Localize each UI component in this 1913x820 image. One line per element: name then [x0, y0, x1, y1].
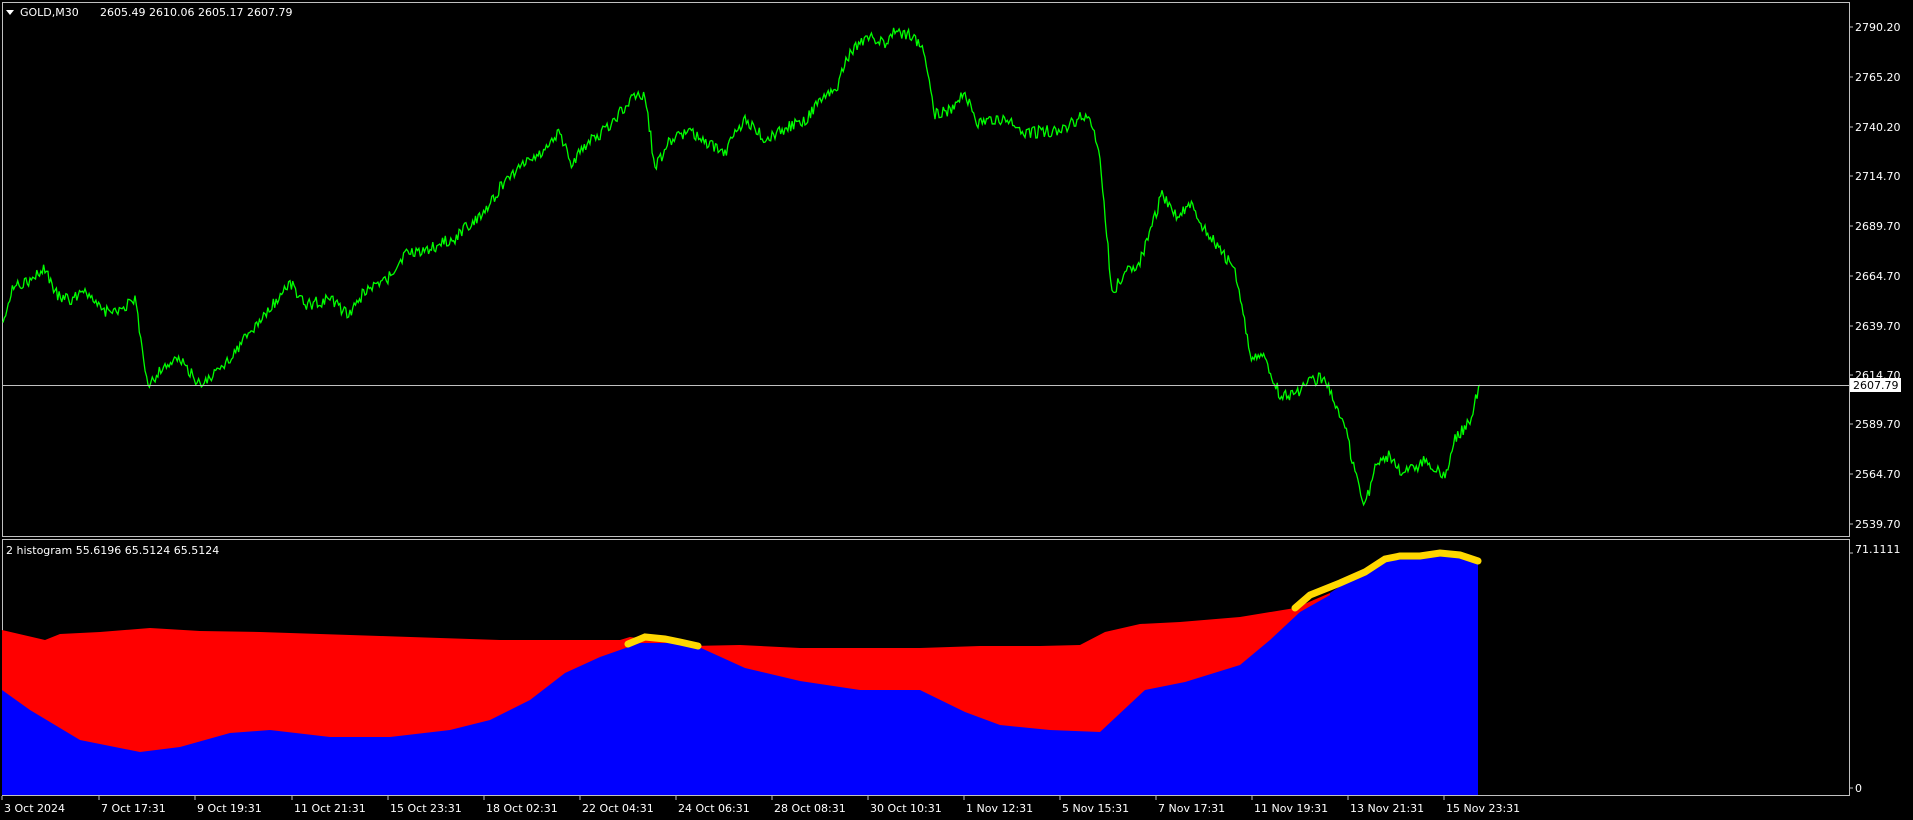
chart-canvas: GOLD,M30 2605.49 2610.06 2605.17 2607.79…: [1, 2, 1901, 815]
time-axis-label: 9 Oct 19:31: [197, 802, 262, 815]
time-axis-label: 7 Nov 17:31: [1158, 802, 1225, 815]
time-axis-label: 11 Nov 19:31: [1254, 802, 1328, 815]
time-axis-label: 3 Oct 2024: [4, 802, 65, 815]
price-axis-label: 2589.70: [1855, 418, 1901, 431]
price-axis-label: 2639.70: [1855, 320, 1901, 333]
time-axis-label: 22 Oct 04:31: [582, 802, 654, 815]
window-menu-triangle-icon[interactable]: [6, 10, 14, 15]
time-axis-label: 7 Oct 17:31: [101, 802, 166, 815]
time-axis-label: 15 Oct 23:31: [390, 802, 462, 815]
price-axis-label: 2564.70: [1855, 468, 1901, 481]
ohlc-values: 2605.49 2610.06 2605.17 2607.79: [100, 6, 292, 19]
time-axis-label: 18 Oct 02:31: [486, 802, 558, 815]
time-axis-label: 13 Nov 21:31: [1350, 802, 1424, 815]
price-axis-label: 2689.70: [1855, 220, 1901, 233]
price-axis-label: 2765.20: [1855, 71, 1901, 84]
price-axis-label: 2614.70: [1855, 369, 1901, 382]
time-axis-label: 15 Nov 23:31: [1446, 802, 1520, 815]
time-axis-label: 30 Oct 10:31: [870, 802, 942, 815]
indicator-axis-bottom: 0: [1855, 782, 1862, 795]
indicator-axis-top: 71.1111: [1855, 543, 1901, 556]
time-axis: 3 Oct 2024 7 Oct 17:31 9 Oct 19:31 11 Oct 2…: [1, 796, 1520, 815]
price-series-line: [2, 27, 1481, 507]
symbol-timeframe: GOLD,M30: [20, 6, 79, 19]
time-axis-label: 28 Oct 08:31: [774, 802, 846, 815]
price-axis-label: 2664.70: [1855, 270, 1901, 283]
price-axis-label: 2539.70: [1855, 518, 1901, 531]
time-axis-label: 5 Nov 15:31: [1062, 802, 1129, 815]
indicator-title: 2 histogram 55.6196 65.5124 65.5124: [6, 544, 219, 557]
time-axis-label: 1 Nov 12:31: [966, 802, 1033, 815]
time-axis-label: 11 Oct 21:31: [294, 802, 366, 815]
time-axis-label: 24 Oct 06:31: [678, 802, 750, 815]
price-axis-label: 2714.70: [1855, 170, 1901, 183]
main-chart-frame: [2, 2, 1850, 537]
price-axis-label: 2740.20: [1855, 121, 1901, 134]
price-axis-label: 2790.20: [1855, 21, 1901, 34]
price-axis: 2790.20 2765.20 2740.20 2714.70 2689.70 2664.…: [1849, 21, 1901, 531]
